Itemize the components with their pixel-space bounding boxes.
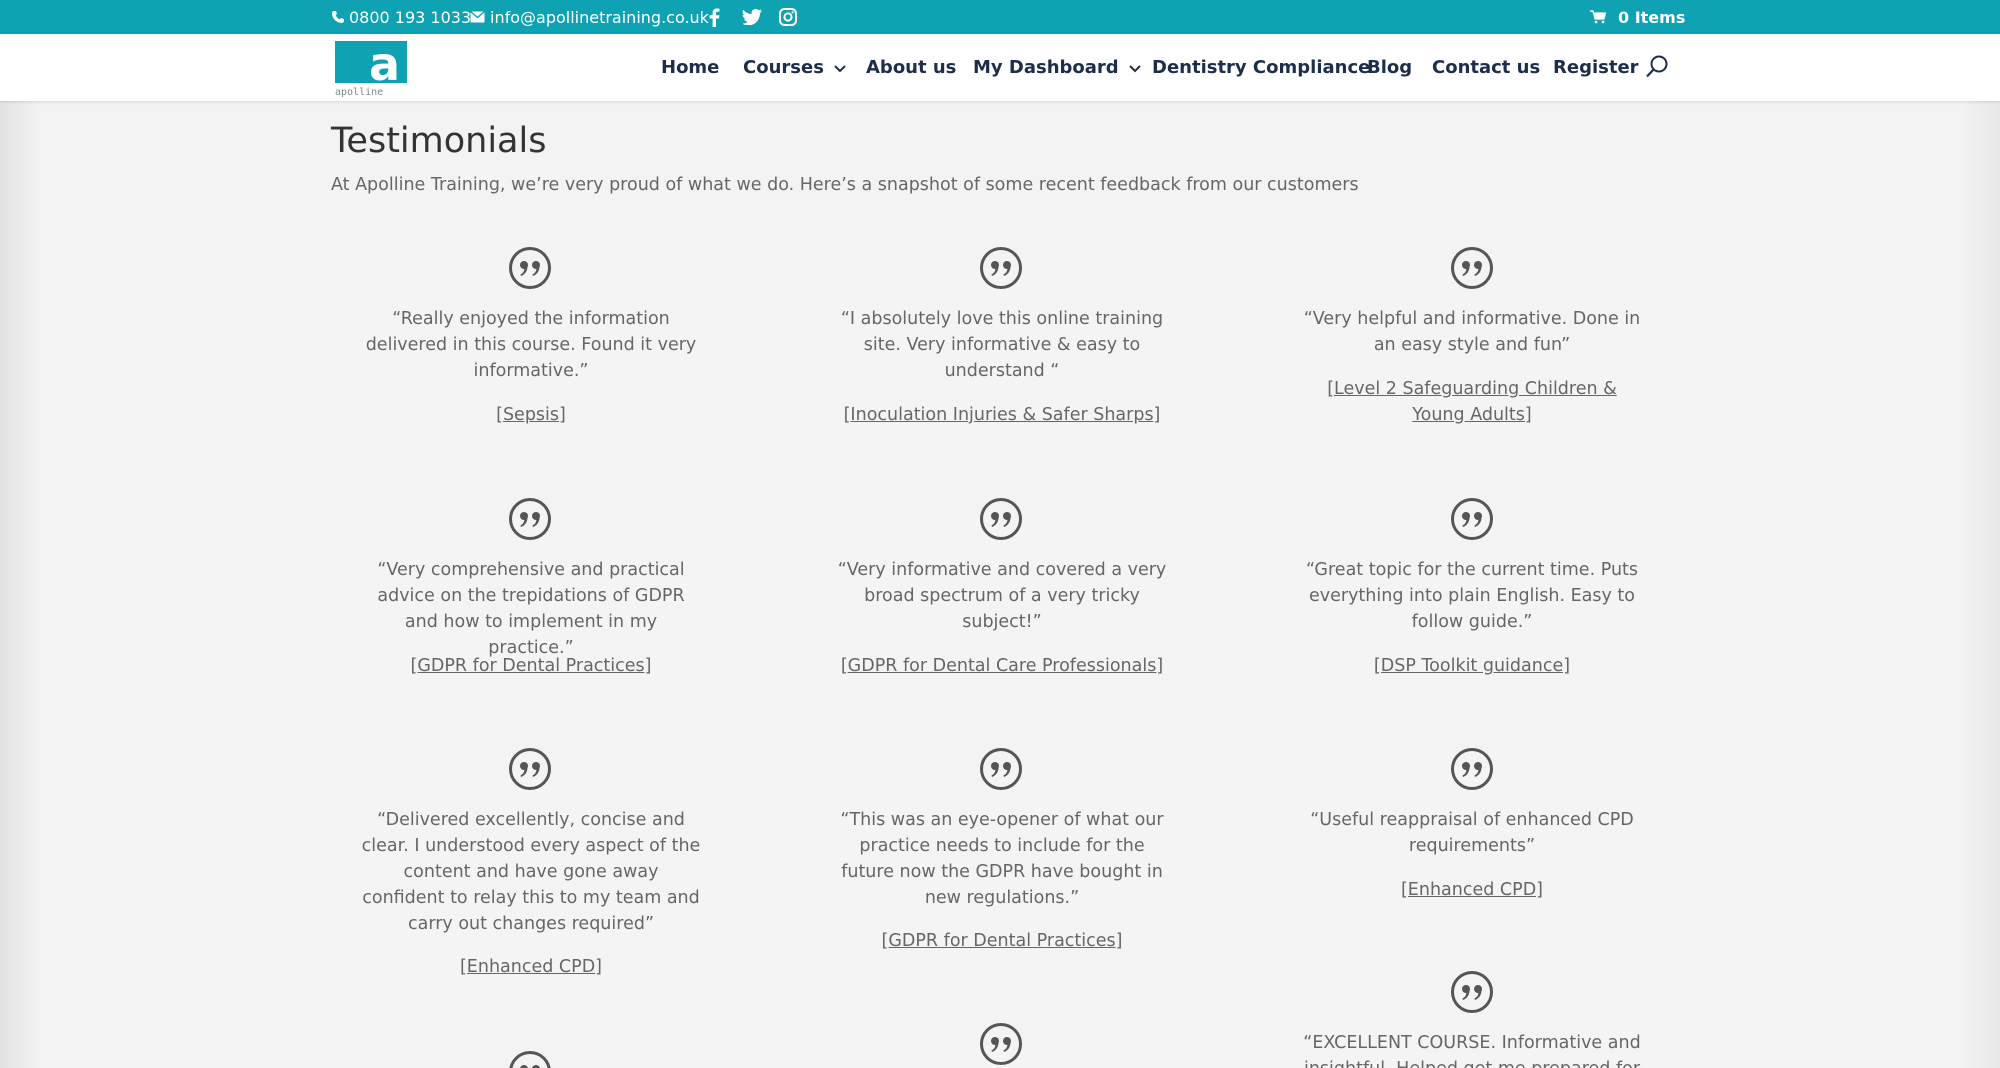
chevron-down-icon	[834, 57, 846, 78]
testimonial-course: [Enhanced CPD]	[1302, 877, 1642, 903]
testimonial-quote: “This was an eye-opener of what our prac…	[840, 810, 1164, 908]
phone-icon	[331, 10, 345, 24]
nav-courses[interactable]: Courses	[743, 34, 846, 101]
nav-dashboard[interactable]: My Dashboard	[973, 34, 1141, 101]
testimonial-quote: “Really enjoyed the information delivere…	[365, 309, 697, 381]
course-link[interactable]: [Sepsis]	[496, 405, 566, 425]
testimonial-course: [GDPR for Dental Practices]	[361, 653, 701, 679]
quote-icon	[1450, 970, 1494, 1014]
quote-icon	[508, 497, 552, 541]
testimonial-quote: “Great topic for the current time. Puts …	[1305, 560, 1639, 632]
nav-label: Contact us	[1432, 57, 1541, 78]
testimonial-course: [Enhanced CPD]	[361, 954, 701, 980]
page-title: Testimonials	[331, 121, 547, 161]
testimonial-course: [Level 2 Safeguarding Children & Young A…	[1302, 376, 1642, 428]
course-link[interactable]: [Enhanced CPD]	[460, 957, 602, 977]
quote-icon	[508, 1050, 552, 1068]
page-intro: At Apolline Training, we’re very proud o…	[331, 175, 1359, 195]
nav-register[interactable]: Register	[1553, 34, 1639, 101]
cart-link[interactable]: 0 Items	[1590, 0, 1685, 34]
testimonial-course: [DSP Toolkit guidance]	[1302, 653, 1642, 679]
nav-home[interactable]: Home	[661, 34, 719, 101]
testimonial-quote: “Delivered excellently, concise and clea…	[361, 810, 701, 934]
testimonial-card	[1272, 768, 1672, 954]
phone-link[interactable]: 0800 193 1033	[331, 0, 471, 34]
quote-icon	[508, 246, 552, 290]
course-link[interactable]: [Enhanced CPD]	[1401, 880, 1543, 900]
facebook-icon[interactable]	[709, 0, 720, 34]
course-link[interactable]: [DSP Toolkit guidance]	[1374, 656, 1570, 676]
course-link[interactable]: [Inoculation Injuries & Safer Sharps]	[844, 405, 1161, 425]
course-link[interactable]: [GDPR for Dental Practices]	[411, 656, 652, 676]
svg-text:a: a	[369, 38, 400, 91]
email-address: info@apollinetraining.co.uk	[490, 7, 709, 27]
testimonial-course: [Inoculation Injuries & Safer Sharps]	[832, 402, 1172, 428]
nav-label: Register	[1553, 57, 1639, 78]
quote-icon	[508, 747, 552, 791]
nav-about[interactable]: About us	[866, 34, 956, 101]
testimonial-quote: “EXCELLENT COURSE. Informative and insig…	[1303, 1033, 1641, 1068]
quote-icon	[1450, 497, 1494, 541]
quote-icon	[979, 1022, 1023, 1066]
logo-text: apolline	[335, 87, 383, 98]
course-link[interactable]: [Level 2 Safeguarding Children & Young A…	[1327, 379, 1617, 425]
testimonial-quote: “Very comprehensive and practical advice…	[377, 560, 685, 658]
testimonial-quote: “Useful reappraisal of enhanced CPD requ…	[1310, 810, 1634, 856]
instagram-icon[interactable]	[779, 0, 797, 34]
nav-label: Dentistry Compliance	[1152, 57, 1371, 78]
quote-icon	[1450, 246, 1494, 290]
testimonial-quote: “Very helpful and informative. Done in a…	[1303, 309, 1641, 355]
cart-count: 0 Items	[1618, 7, 1686, 27]
nav-label: About us	[866, 57, 957, 78]
nav-blog[interactable]: Blog	[1367, 34, 1412, 101]
search-icon[interactable]	[1644, 54, 1670, 80]
nav-label: My Dashboard	[973, 57, 1119, 78]
envelope-icon	[470, 11, 485, 23]
phone-number: 0800 193 1033	[349, 7, 472, 27]
cart-icon	[1590, 10, 1606, 24]
nav-label: Blog	[1367, 57, 1413, 78]
nav-label: Courses	[743, 57, 824, 78]
logo[interactable]: a apolline	[334, 37, 408, 98]
quote-icon	[979, 747, 1023, 791]
twitter-icon[interactable]	[742, 0, 762, 34]
nav-contact[interactable]: Contact us	[1432, 34, 1540, 101]
quote-icon	[1450, 747, 1494, 791]
chevron-down-icon	[1128, 57, 1141, 78]
course-link[interactable]: [GDPR for Dental Care Professionals]	[841, 656, 1163, 676]
testimonial-course: [GDPR for Dental Practices]	[832, 928, 1172, 954]
quote-icon	[979, 497, 1023, 541]
site-header: a apolline Home Courses About us My Dash…	[0, 34, 2000, 101]
testimonial-card	[1272, 268, 1672, 481]
testimonial-course: [Sepsis]	[361, 402, 701, 428]
testimonial-course: [GDPR for Dental Care Professionals]	[832, 653, 1172, 679]
quote-icon	[979, 246, 1023, 290]
testimonial-quote: “Very informative and covered a very bro…	[837, 560, 1167, 632]
testimonial-quote: “I absolutely love this online training …	[840, 309, 1164, 381]
email-link[interactable]: info@apollinetraining.co.uk	[470, 0, 709, 34]
nav-label: Home	[661, 57, 720, 78]
top-bar: 0800 193 1033 info@apollinetraining.co.u…	[0, 0, 2000, 34]
nav-dentistry-compliance[interactable]: Dentistry Compliance	[1152, 34, 1370, 101]
course-link[interactable]: [GDPR for Dental Practices]	[882, 931, 1123, 951]
